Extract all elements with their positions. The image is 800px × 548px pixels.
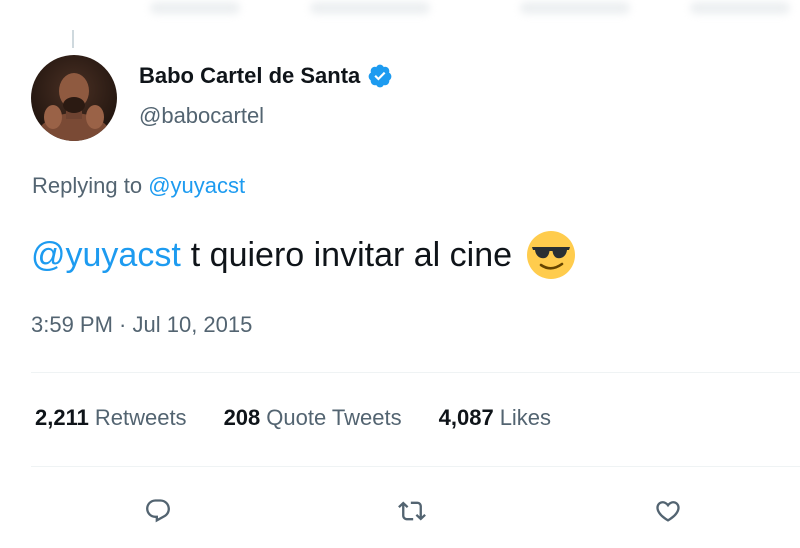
author-name[interactable]: Babo Cartel de Santa (139, 63, 360, 89)
likes-stat[interactable]: 4,087 Likes (439, 405, 551, 431)
retweets-count: 2,211 (35, 405, 89, 430)
previous-tweet-blur (0, 0, 800, 22)
quote-tweets-label: Quote Tweets (266, 405, 402, 430)
verified-badge-icon (367, 63, 393, 89)
replying-to-line: Replying to @yuyacst (32, 173, 245, 199)
like-button[interactable] (650, 493, 686, 529)
avatar[interactable] (31, 55, 117, 141)
tweet-timestamp[interactable]: 3:59 PM · Jul 10, 2015 (31, 312, 252, 338)
divider (31, 372, 800, 373)
retweets-label: Retweets (94, 405, 187, 430)
retweet-button[interactable] (394, 493, 430, 529)
author-handle[interactable]: @babocartel (139, 103, 264, 129)
reply-button[interactable] (140, 493, 176, 529)
retweets-stat[interactable]: 2,211 Retweets (35, 405, 187, 431)
replying-to-prefix: Replying to (32, 173, 143, 198)
quote-tweets-count: 208 (223, 405, 261, 430)
divider (31, 466, 800, 467)
reply-icon (146, 499, 170, 523)
replying-to-mention[interactable]: @yuyacst (148, 173, 245, 198)
like-icon (656, 501, 680, 522)
tweet-text: @yuyacst t quiero invitar al cine (31, 230, 576, 280)
sunglasses-emoji-icon (526, 230, 576, 280)
likes-label: Likes (499, 405, 552, 430)
likes-count: 4,087 (438, 405, 494, 430)
quote-tweets-stat[interactable]: 208 Quote Tweets (224, 405, 402, 431)
thread-connector-line (72, 30, 74, 48)
author-name-row[interactable]: Babo Cartel de Santa (139, 63, 393, 89)
retweet-icon (398, 501, 426, 521)
tweet-body-text: t quiero invitar al cine (190, 236, 513, 274)
tweet-stats: 2,211 Retweets 208 Quote Tweets 4,087 Likes (35, 405, 588, 431)
tweet-mention-link[interactable]: @yuyacst (31, 231, 181, 279)
